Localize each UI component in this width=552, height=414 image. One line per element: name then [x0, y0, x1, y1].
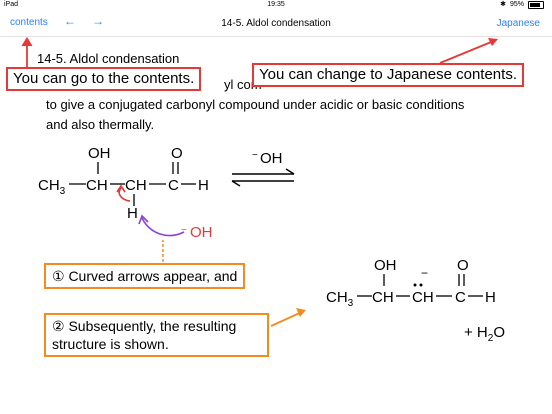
ch-label-2: CH	[125, 177, 147, 194]
contents-callout: You can go to the contents.	[6, 67, 202, 91]
h-label: H	[198, 177, 209, 194]
svg-text:−: −	[252, 150, 258, 161]
svg-text:−: −	[421, 266, 428, 280]
ch-label-1: CH	[86, 177, 108, 194]
ch3-label: CH3	[38, 177, 66, 197]
base-oh-label: OH	[260, 150, 283, 167]
water-label: + H2O	[464, 324, 505, 344]
hydroxide-attack: − OH	[138, 214, 213, 241]
product-ch-label-1: CH	[372, 289, 394, 306]
product-h-label: H	[485, 289, 496, 306]
product-ch-label-2: CH	[412, 289, 434, 306]
step-note-1: ① Curved arrows appear, and	[44, 263, 246, 289]
oh-label: OH	[88, 145, 111, 162]
product-structure: OH O − CH3 CH CH C H + H2O	[326, 257, 505, 344]
product-ch3-label: CH3	[326, 289, 354, 309]
step-note-2: ② Subsequently, the resulting structure …	[44, 313, 269, 357]
reactant-structure: OH O CH3 CH CH C H H	[38, 145, 209, 222]
product-o-label: O	[457, 257, 469, 274]
carbonyl-o-label: O	[171, 145, 183, 162]
alpha-h-label: H	[127, 205, 138, 222]
product-oh-label: OH	[374, 257, 397, 274]
hydroxide-label: OH	[190, 224, 213, 241]
product-c-label: C	[455, 289, 466, 306]
japanese-callout: You can change to Japanese contents.	[252, 63, 524, 87]
equilibrium-arrow: − OH	[231, 150, 295, 187]
svg-text:−: −	[181, 225, 187, 236]
c-label: C	[168, 177, 179, 194]
